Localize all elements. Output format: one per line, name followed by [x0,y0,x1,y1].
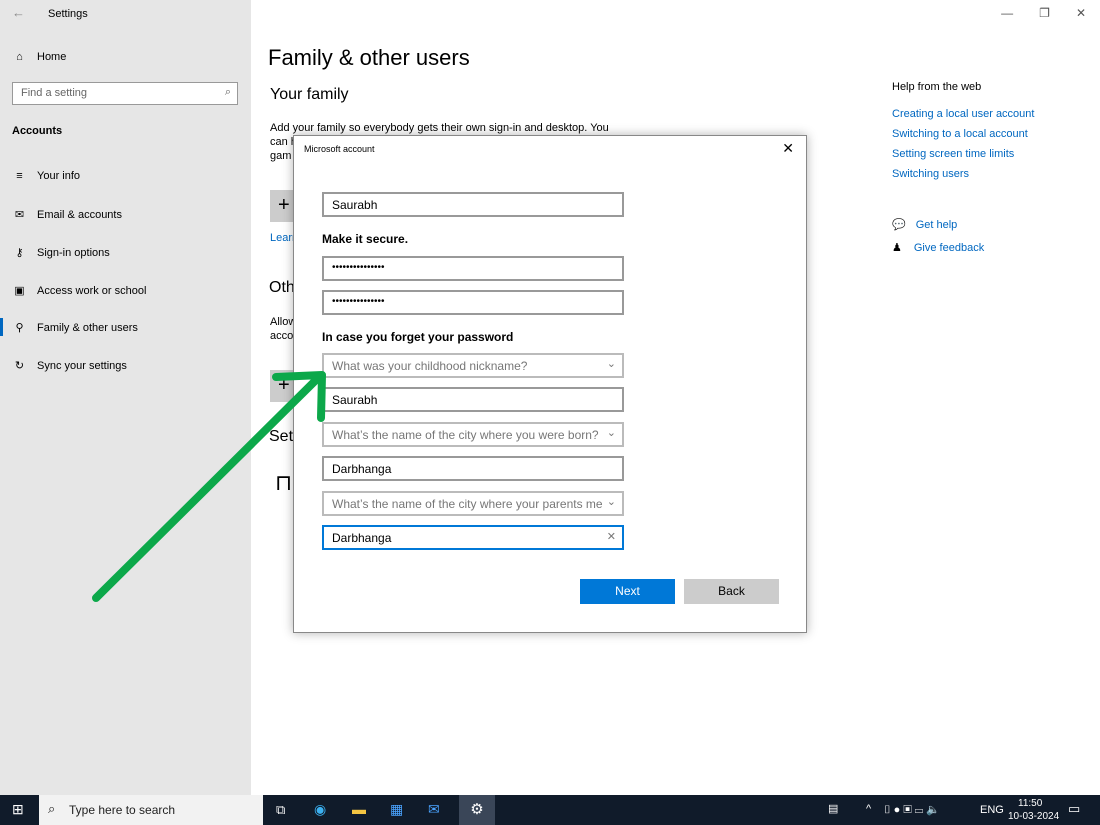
news-icon[interactable]: ▤ [828,802,838,815]
notification-icon[interactable]: ▭ [1068,801,1080,817]
windows-start-icon[interactable]: ⊞ [12,801,24,818]
mail-icon[interactable]: ✉ [428,801,440,818]
edge-icon[interactable]: ◉ [314,801,326,818]
taskbar: ⊞ ⌕ Type here to search ⧉ ◉ ▬ ▦ ✉ ⚙ ▤ ^ ⌷… [0,795,1100,825]
search-icon: ⌕ [48,801,56,816]
clock-time[interactable]: 11:50 [1018,798,1042,809]
store-icon[interactable]: ▦ [390,801,403,818]
clock-date[interactable]: 10-03-2024 [1008,811,1059,822]
taskbar-search[interactable]: ⌕ Type here to search [39,795,263,825]
tray-icons[interactable]: ⌷ ● ▣ ▭ 🔈 [884,803,940,817]
file-explorer-icon[interactable]: ▬ [352,801,366,817]
tray-chevron-icon[interactable]: ^ [866,803,871,815]
search-placeholder: Type here to search [69,803,176,817]
annotation-arrow [92,371,326,602]
settings-icon[interactable]: ⚙ [459,795,495,825]
language-indicator[interactable]: ENG [980,804,1004,816]
task-view-icon[interactable]: ⧉ [276,802,285,818]
